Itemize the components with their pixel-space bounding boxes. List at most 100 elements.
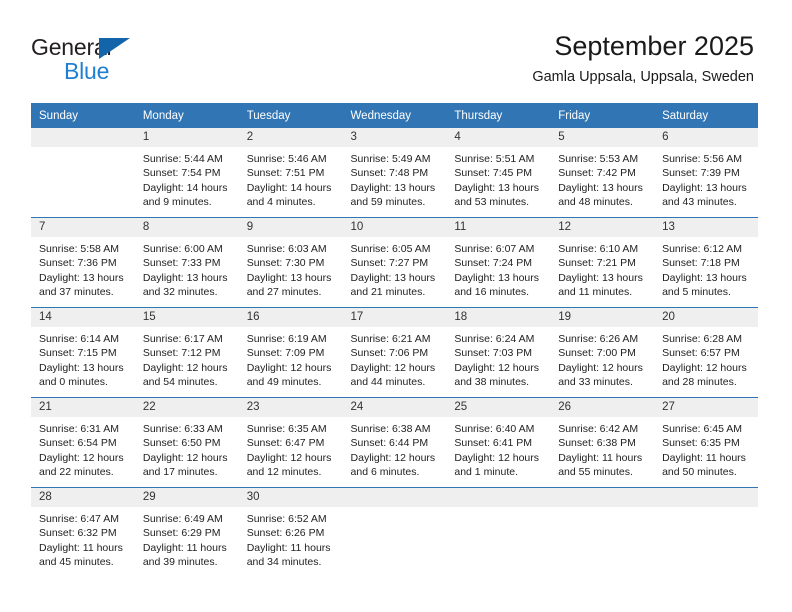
day-number: 25 (446, 398, 551, 417)
calendar-day-cell[interactable]: 8 Sunrise: 6:00 AM Sunset: 7:33 PM Daylight… (134, 217, 239, 308)
sunrise-time: Sunrise: 6:42 AM (558, 423, 639, 435)
sunrise-time: Sunrise: 6:10 AM (558, 243, 639, 255)
daylight-duration-line1: Daylight: 11 hours (39, 541, 123, 554)
sunset-time: Sunset: 7:03 PM (454, 347, 533, 360)
day-number: 9 (238, 218, 343, 237)
sunset-time: Sunset: 7:18 PM (662, 257, 740, 270)
day-details: Sunrise: 6:38 AM Sunset: 6:44 PM Daylight:… (343, 417, 447, 479)
daylight-duration-line2: and 39 minutes. (142, 555, 218, 568)
sunrise-time: Sunrise: 6:45 AM (662, 423, 743, 435)
calendar-day-cell[interactable]: 25 Sunrise: 6:40 AM Sunset: 6:41 PM Dayligh… (446, 397, 551, 488)
weekday-header-monday: Monday (134, 103, 239, 128)
daylight-duration-line2: and 37 minutes. (39, 285, 114, 298)
calendar-day-cell[interactable]: 26 Sunrise: 6:42 AM Sunset: 6:38 PM Dayligh… (550, 397, 655, 488)
day-number: 12 (550, 218, 655, 237)
day-number: 2 (238, 128, 343, 147)
day-details: Sunrise: 6:03 AM Sunset: 7:30 PM Daylight:… (239, 237, 343, 299)
day-number: 27 (654, 398, 758, 417)
daylight-duration-line1: Daylight: 13 hours (558, 181, 643, 194)
sunset-time: Sunset: 7:12 PM (142, 347, 221, 360)
calendar-day-cell[interactable]: 12 Sunrise: 6:10 AM Sunset: 7:21 PM Dayligh… (550, 217, 655, 308)
calendar-day-cell-empty (550, 487, 655, 577)
day-number: 8 (134, 218, 239, 237)
calendar-day-cell[interactable]: 14 Sunrise: 6:14 AM Sunset: 7:15 PM Dayligh… (31, 307, 135, 398)
daylight-duration-line1: Daylight: 12 hours (142, 451, 228, 464)
sunset-time: Sunset: 7:09 PM (246, 347, 325, 360)
calendar-day-cell[interactable]: 18 Sunrise: 6:24 AM Sunset: 7:03 PM Dayligh… (446, 307, 551, 398)
day-details: Sunrise: 5:49 AM Sunset: 7:48 PM Daylight:… (343, 147, 447, 209)
calendar-day-cell[interactable]: 19 Sunrise: 6:26 AM Sunset: 7:00 PM Dayligh… (550, 307, 655, 398)
calendar-day-cell[interactable]: 5 Sunrise: 5:53 AM Sunset: 7:42 PM Daylight… (550, 128, 655, 218)
calendar-day-cell[interactable]: 17 Sunrise: 6:21 AM Sunset: 7:06 PM Dayligh… (342, 307, 447, 398)
daylight-duration-line1: Daylight: 13 hours (350, 181, 436, 194)
calendar-day-cell[interactable]: 30 Sunrise: 6:52 AM Sunset: 6:26 PM Dayligh… (238, 487, 343, 577)
calendar-day-cell[interactable]: 20 Sunrise: 6:28 AM Sunset: 6:57 PM Dayligh… (654, 307, 758, 398)
sunset-time: Sunset: 6:32 PM (39, 527, 117, 540)
daylight-duration-line2: and 59 minutes. (350, 195, 426, 208)
day-details: Sunrise: 5:51 AM Sunset: 7:45 PM Daylight:… (446, 147, 550, 209)
calendar-day-cell[interactable]: 11 Sunrise: 6:07 AM Sunset: 7:24 PM Dayligh… (446, 217, 551, 308)
sunset-time: Sunset: 7:54 PM (142, 167, 221, 180)
day-number: 22 (134, 398, 239, 417)
sunset-time: Sunset: 6:29 PM (142, 527, 221, 540)
sunrise-time: Sunrise: 6:47 AM (39, 513, 119, 525)
day-number: 26 (550, 398, 655, 417)
daylight-duration-line2: and 22 minutes. (39, 465, 114, 478)
generalblue-logo: General Blue (31, 34, 231, 84)
calendar-day-cell[interactable]: 29 Sunrise: 6:49 AM Sunset: 6:29 PM Dayligh… (134, 487, 239, 577)
calendar-day-cell[interactable]: 16 Sunrise: 6:19 AM Sunset: 7:09 PM Dayligh… (238, 307, 343, 398)
sunrise-time: Sunrise: 6:14 AM (39, 333, 119, 345)
sunset-time: Sunset: 7:06 PM (350, 347, 429, 360)
calendar-day-cell[interactable]: 4 Sunrise: 5:51 AM Sunset: 7:45 PM Daylight… (446, 128, 551, 218)
sunset-time: Sunset: 7:48 PM (350, 167, 429, 180)
daylight-duration-line1: Daylight: 13 hours (454, 271, 540, 284)
calendar-day-cell[interactable]: 27 Sunrise: 6:45 AM Sunset: 6:35 PM Dayligh… (654, 397, 758, 488)
daylight-duration-line1: Daylight: 13 hours (39, 361, 124, 374)
day-number: 4 (446, 128, 551, 147)
calendar-day-cell[interactable]: 7 Sunrise: 5:58 AM Sunset: 7:36 PM Daylight… (31, 217, 135, 308)
calendar-day-cell[interactable]: 9 Sunrise: 6:03 AM Sunset: 7:30 PM Daylight… (238, 217, 343, 308)
daylight-duration-line2: and 50 minutes. (662, 465, 737, 478)
calendar-day-cell[interactable]: 2 Sunrise: 5:46 AM Sunset: 7:51 PM Daylight… (238, 128, 343, 218)
daylight-duration-line1: Daylight: 13 hours (246, 271, 332, 284)
sunrise-time: Sunrise: 6:49 AM (142, 513, 223, 525)
day-details: Sunrise: 6:05 AM Sunset: 7:27 PM Daylight:… (343, 237, 447, 299)
daylight-duration-line2: and 53 minutes. (454, 195, 530, 208)
day-number (550, 488, 655, 507)
sunset-time: Sunset: 6:54 PM (39, 437, 117, 450)
calendar-day-cell[interactable]: 21 Sunrise: 6:31 AM Sunset: 6:54 PM Dayligh… (31, 397, 135, 488)
calendar-day-cell-empty (654, 487, 758, 577)
day-number: 17 (342, 308, 447, 327)
day-details: Sunrise: 5:56 AM Sunset: 7:39 PM Daylight:… (654, 147, 758, 209)
day-details: Sunrise: 6:28 AM Sunset: 6:57 PM Daylight:… (654, 327, 758, 389)
calendar-day-cell[interactable]: 24 Sunrise: 6:38 AM Sunset: 6:44 PM Dayligh… (342, 397, 447, 488)
daylight-duration-line1: Daylight: 12 hours (662, 361, 747, 374)
daylight-duration-line2: and 48 minutes. (558, 195, 633, 208)
calendar-day-cell[interactable]: 15 Sunrise: 6:17 AM Sunset: 7:12 PM Dayligh… (134, 307, 239, 398)
daylight-duration-line1: Daylight: 12 hours (454, 451, 540, 464)
day-details: Sunrise: 6:31 AM Sunset: 6:54 PM Daylight:… (31, 417, 135, 479)
weekday-header-thursday: Thursday (446, 103, 551, 128)
day-number (446, 488, 551, 507)
calendar-day-cell[interactable]: 13 Sunrise: 6:12 AM Sunset: 7:18 PM Dayligh… (654, 217, 758, 308)
sunset-time: Sunset: 7:45 PM (454, 167, 533, 180)
day-number: 30 (238, 488, 343, 507)
calendar-day-cell[interactable]: 3 Sunrise: 5:49 AM Sunset: 7:48 PM Daylight… (342, 128, 447, 218)
calendar-day-cell[interactable]: 22 Sunrise: 6:33 AM Sunset: 6:50 PM Dayligh… (134, 397, 239, 488)
calendar-day-cell[interactable]: 28 Sunrise: 6:47 AM Sunset: 6:32 PM Dayligh… (31, 487, 135, 577)
calendar-day-cell[interactable]: 1 Sunrise: 5:44 AM Sunset: 7:54 PM Daylight… (134, 128, 239, 218)
calendar-day-cell[interactable]: 23 Sunrise: 6:35 AM Sunset: 6:47 PM Dayligh… (238, 397, 343, 488)
sunset-time: Sunset: 6:44 PM (350, 437, 429, 450)
day-number: 18 (446, 308, 551, 327)
sunset-time: Sunset: 7:21 PM (558, 257, 636, 270)
sunset-time: Sunset: 6:57 PM (662, 347, 740, 360)
sunset-time: Sunset: 6:50 PM (142, 437, 221, 450)
daylight-duration-line2: and 49 minutes. (246, 375, 322, 388)
day-details: Sunrise: 6:24 AM Sunset: 7:03 PM Daylight:… (446, 327, 550, 389)
day-number: 3 (342, 128, 447, 147)
calendar-day-cell[interactable]: 6 Sunrise: 5:56 AM Sunset: 7:39 PM Daylight… (654, 128, 758, 218)
sunrise-time: Sunrise: 5:56 AM (662, 153, 743, 165)
day-number: 16 (238, 308, 343, 327)
daylight-duration-line1: Daylight: 11 hours (662, 451, 746, 464)
calendar-day-cell[interactable]: 10 Sunrise: 6:05 AM Sunset: 7:27 PM Dayligh… (342, 217, 447, 308)
